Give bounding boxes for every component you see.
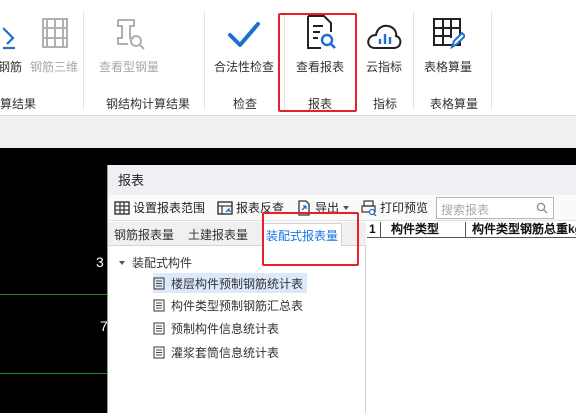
axis-grid-line [0,294,107,295]
table-quantity-label: 表格算量 [424,60,473,74]
tree-item-prefab-info[interactable]: 预制构件信息统计表 [153,318,283,338]
grid-settings-icon [114,200,130,215]
rebar-3d-button[interactable]: 钢筋三维 [30,12,78,75]
document-icon [153,298,165,312]
search-icon[interactable] [536,202,548,214]
group-label-table-quantity: 表格算量 [430,97,479,111]
tree-item-label: 楼层构件预制钢筋统计表 [171,276,304,291]
report-grid: 1 构件类型 构件类型钢筋总重kg [367,222,576,413]
report-search-icon [307,15,336,49]
collapse-arrow-icon[interactable] [118,259,126,267]
rebar-3d-label: 钢筋三维 [30,60,79,74]
set-scope-button[interactable]: 设置报表范围 [114,199,205,216]
print-preview-button[interactable]: 打印预览 [361,199,428,216]
dialog-title: 报表 [108,165,576,195]
ribbon-separator [284,12,285,110]
reverse-check-button[interactable]: 报表反查 [217,199,284,216]
table-quantity-button[interactable]: 表格算量 [424,12,472,75]
group-label-report: 报表 [308,97,333,111]
document-icon [153,321,165,335]
ribbon-separator [491,12,492,110]
grid-col-rebar-total-weight[interactable]: 构件类型钢筋总重kg [466,222,576,238]
tree-item-type-prefab-rebar[interactable]: 构件类型预制钢筋汇总表 [153,295,307,315]
rebar-label: 钢筋 [0,60,23,74]
ribbon-bottom-strip [0,116,576,148]
tree-root-label: 装配式构件 [132,256,193,270]
view-report-button[interactable]: 查看报表 [296,12,344,75]
tree-root-prefab[interactable]: 装配式构件 [118,254,192,271]
print-preview-label: 打印预览 [380,201,429,215]
tab-civil-report[interactable]: 土建报表量 [188,226,248,243]
view-steel-label: 查看型钢量 [99,60,160,74]
table-reverse-icon [217,200,233,215]
set-scope-label: 设置报表范围 [133,201,206,215]
checkmark-icon [228,22,260,47]
tree-item-floor-prefab-rebar[interactable]: 楼层构件预制钢筋统计表 [153,273,308,293]
legality-check-label: 合法性检查 [214,60,275,74]
cloud-indicator-label: 云指标 [366,60,403,74]
document-icon [153,276,165,290]
ribbon-toolbar: 钢筋 钢筋三维 查看型钢量 合法性检查 查看报表 云指标 表格算量 算结果 钢结… [0,0,576,116]
cloud-chart-icon [367,24,402,49]
axis-label: 3 [96,254,104,270]
ribbon-separator [204,12,205,110]
group-label-steel-calc-results: 钢结构计算结果 [106,97,191,111]
report-search-input[interactable]: 搜索报表 [436,197,554,219]
export-button[interactable]: 导出 [296,199,350,216]
grid-header-row: 1 构件类型 构件类型钢筋总重kg [367,222,576,238]
ribbon-separator [413,12,414,110]
report-dialog: 报表 设置报表范围 报表反查 导出 打印预览 搜索报表 钢筋报表量 土建报表量 … [107,165,576,413]
print-preview-icon [361,199,377,216]
search-placeholder: 搜索报表 [441,203,490,217]
tree-item-grout-sleeve[interactable]: 灌浆套筒信息统计表 [153,342,283,362]
group-label-check: 检查 [233,97,258,111]
grid-row-number: 1 [367,222,381,238]
report-toolbar: 设置报表范围 报表反查 导出 打印预览 搜索报表 [108,195,576,221]
export-label: 导出 [315,201,340,215]
tab-prefab-report[interactable]: 装配式报表量 [262,223,343,247]
tree-item-label: 灌浆套筒信息统计表 [171,345,280,360]
export-icon [298,199,310,216]
rebar-button[interactable]: 钢筋 [0,12,22,75]
cloud-indicator-button[interactable]: 云指标 [366,12,402,75]
table-edit-icon [433,18,465,50]
rebar-icon [3,27,15,50]
ribbon-separator [83,12,84,110]
report-tree: 装配式构件 楼层构件预制钢筋统计表 构件类型预制钢筋汇总表 预制构件信息统计表 [108,246,366,413]
tree-item-label: 预制构件信息统计表 [171,321,280,336]
tab-rebar-report[interactable]: 钢筋报表量 [114,226,174,243]
report-tabs: 钢筋报表量 土建报表量 装配式报表量 [108,222,366,247]
view-steel-button[interactable]: 查看型钢量 [99,12,159,75]
group-label-indicator: 指标 [373,97,398,111]
reverse-check-label: 报表反查 [236,201,285,215]
axis-grid-line [0,373,107,374]
document-icon [153,345,165,359]
group-label-calc-results: 算结果 [0,97,37,111]
rebar-3d-icon [42,18,68,48]
dropdown-arrow-icon [343,205,350,210]
steel-section-icon [117,19,145,50]
tree-item-label: 构件类型预制钢筋汇总表 [171,298,304,313]
legality-check-button[interactable]: 合法性检查 [214,12,274,75]
grid-col-component-type[interactable]: 构件类型 [381,222,466,238]
ribbon-separator [356,12,357,110]
view-report-label: 查看报表 [296,60,345,74]
